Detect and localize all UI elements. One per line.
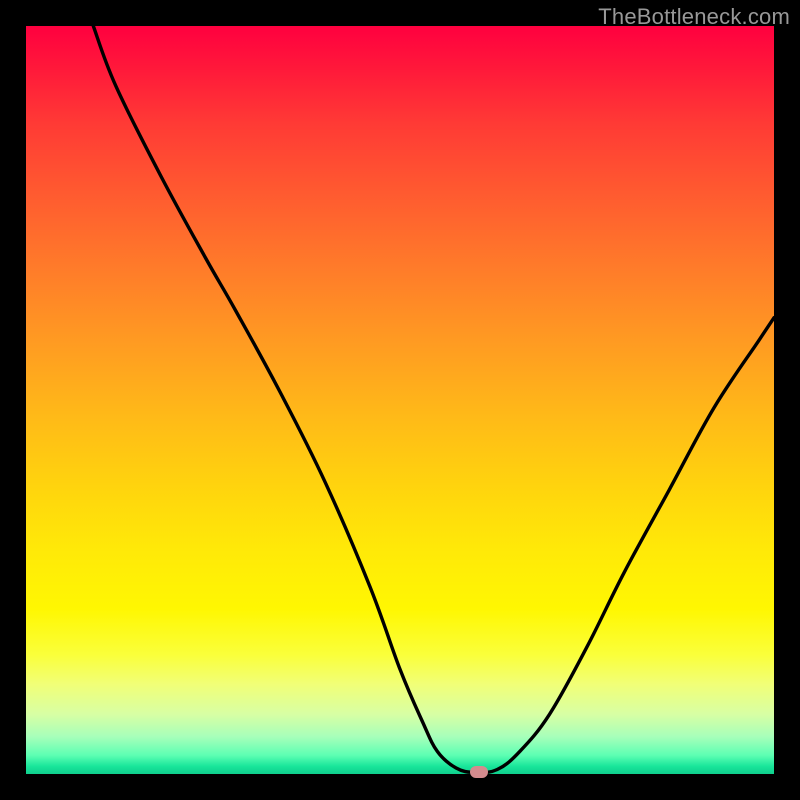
watermark-label: TheBottleneck.com xyxy=(598,4,790,30)
bottleneck-curve xyxy=(93,26,774,773)
curve-svg xyxy=(26,26,774,774)
chart-container: TheBottleneck.com xyxy=(0,0,800,800)
plot-area xyxy=(26,26,774,774)
optimal-marker xyxy=(470,766,488,778)
